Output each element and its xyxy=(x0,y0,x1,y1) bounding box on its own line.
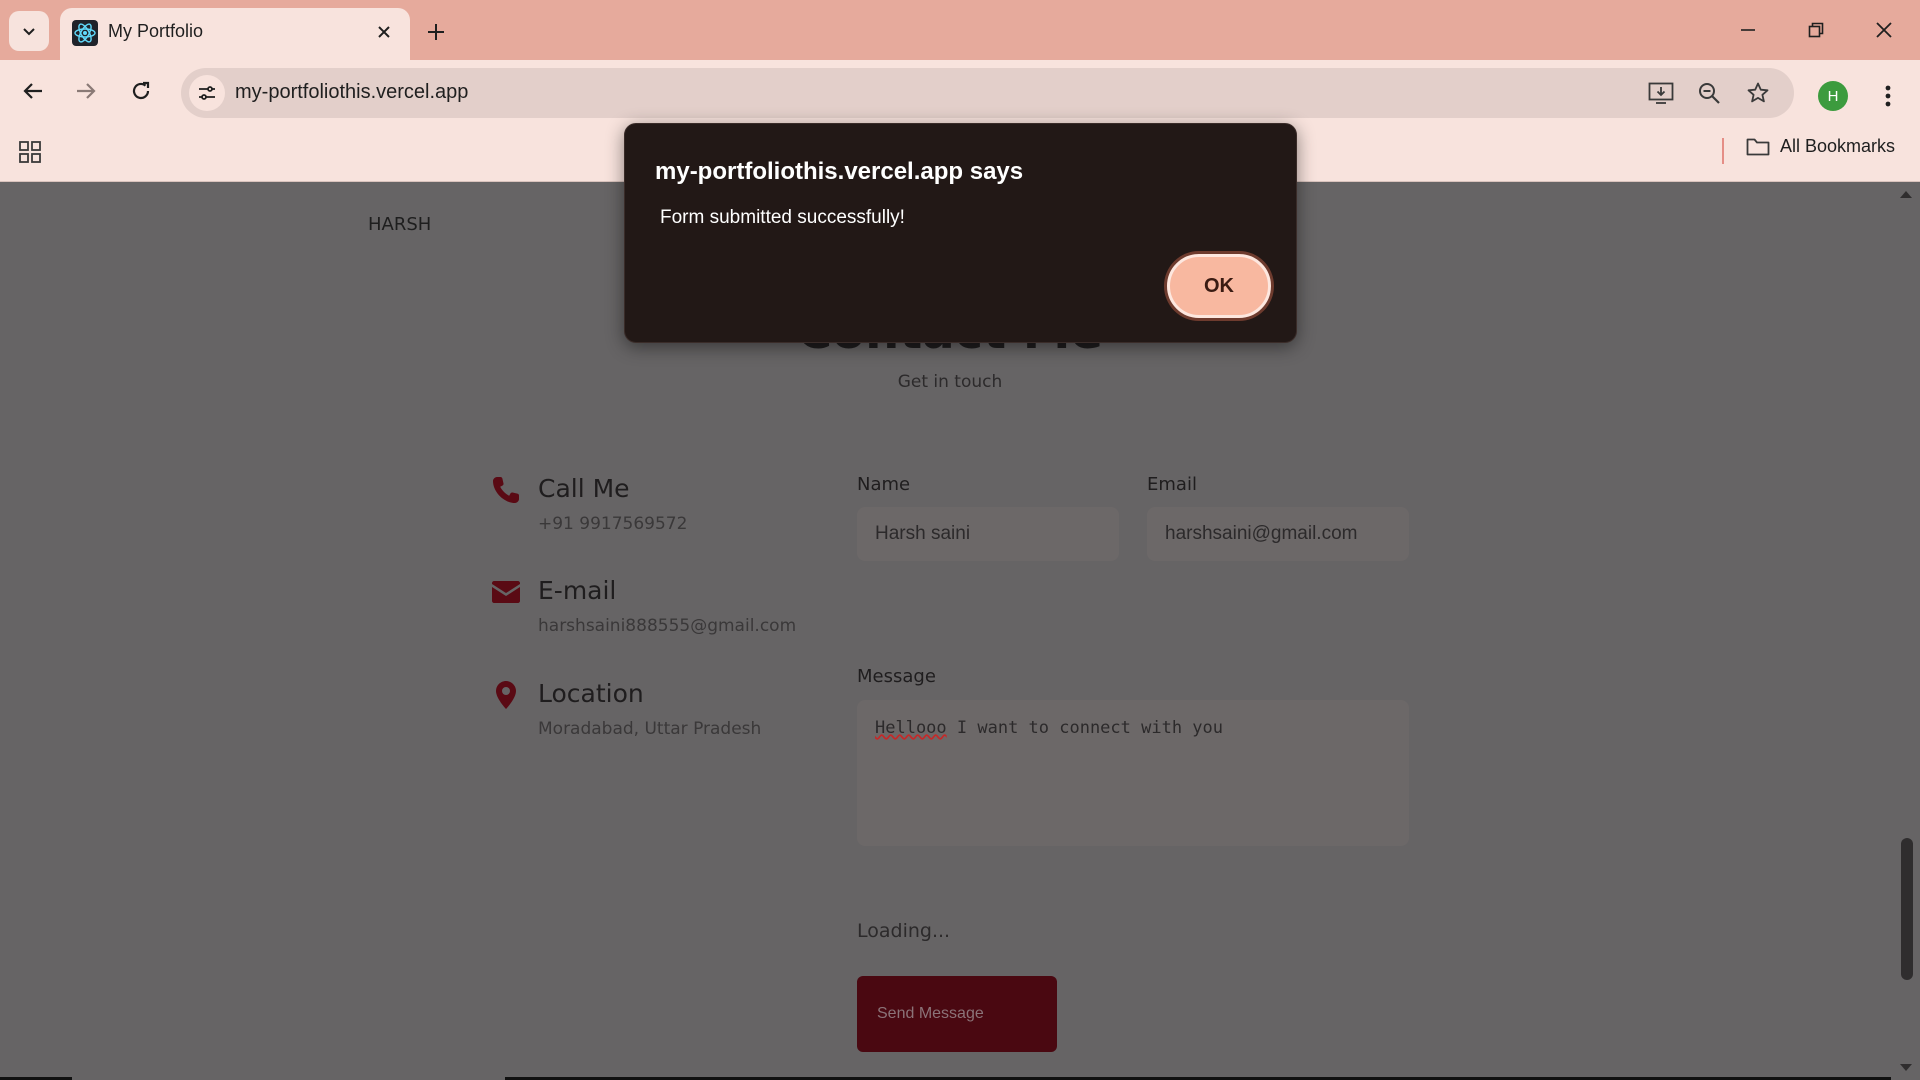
dialog-title: my-portfoliothis.vercel.app says xyxy=(655,158,1024,185)
form-status: Loading... xyxy=(857,920,951,942)
install-icon xyxy=(1648,82,1674,104)
scroll-down-icon[interactable] xyxy=(1898,1062,1914,1074)
minimize-button[interactable] xyxy=(1724,10,1772,50)
browser-menu-button[interactable] xyxy=(1872,78,1904,114)
arrow-left-icon xyxy=(23,83,42,99)
react-logo-icon xyxy=(72,20,98,46)
all-bookmarks-label: All Bookmarks xyxy=(1780,136,1896,156)
close-window-button[interactable] xyxy=(1860,10,1908,50)
profile-avatar[interactable]: H xyxy=(1818,81,1848,111)
message-text: I want to connect with you xyxy=(946,718,1223,738)
arrow-right-icon xyxy=(77,83,96,99)
tune-icon xyxy=(199,86,215,100)
restore-button[interactable] xyxy=(1792,10,1840,50)
site-info-button[interactable] xyxy=(189,75,225,111)
contact-value: +91 9917569572 xyxy=(538,514,688,534)
close-icon xyxy=(378,26,390,38)
map-pin-icon xyxy=(496,681,516,709)
tab-close-button[interactable] xyxy=(370,18,398,46)
plus-icon xyxy=(428,24,444,40)
chevron-down-icon xyxy=(23,28,35,36)
contact-label: Location xyxy=(538,679,644,708)
bookmarks-divider xyxy=(1722,138,1724,164)
contact-value: harshsaini888555@gmail.com xyxy=(538,616,797,636)
tab-active[interactable]: My Portfolio xyxy=(60,8,410,60)
close-icon xyxy=(1876,22,1892,38)
install-app-button[interactable] xyxy=(1646,78,1676,108)
site-brand[interactable]: HARSH xyxy=(368,214,431,235)
scroll-up-icon[interactable] xyxy=(1898,188,1914,200)
restore-icon xyxy=(1808,22,1824,38)
send-message-button[interactable]: Send Message xyxy=(857,976,1057,1052)
back-button[interactable] xyxy=(15,73,51,109)
browser-toolbar: my-portfoliothis.vercel.app xyxy=(0,60,1920,122)
reload-icon xyxy=(132,81,150,100)
name-field[interactable]: Harsh saini xyxy=(857,507,1119,561)
envelope-icon xyxy=(492,581,520,603)
all-bookmarks-button[interactable]: All Bookmarks xyxy=(1746,136,1895,157)
minimize-icon xyxy=(1741,29,1755,31)
tab-search-button[interactable] xyxy=(9,11,49,51)
ok-button[interactable]: OK xyxy=(1167,254,1271,318)
message-label: Message xyxy=(857,666,936,687)
star-icon xyxy=(1747,82,1769,103)
forward-button[interactable] xyxy=(68,73,104,109)
alert-dialog: my-portfoliothis.vercel.app says Form su… xyxy=(624,123,1297,343)
email-field[interactable]: harshsaini@gmail.com xyxy=(1147,507,1409,561)
scrollbar-thumb[interactable] xyxy=(1901,838,1913,980)
url-text: my-portfoliothis.vercel.app xyxy=(235,81,469,103)
zoom-button[interactable] xyxy=(1694,78,1724,108)
email-label: Email xyxy=(1147,474,1197,495)
address-bar[interactable]: my-portfoliothis.vercel.app xyxy=(181,68,1794,118)
apps-button[interactable] xyxy=(14,136,46,168)
bookmark-star-button[interactable] xyxy=(1743,78,1773,108)
new-tab-button[interactable] xyxy=(420,16,452,48)
contact-label: E-mail xyxy=(538,576,617,605)
tab-strip: My Portfolio xyxy=(0,0,1920,60)
contact-value: Moradabad, Uttar Pradesh xyxy=(538,719,762,739)
apps-grid-icon xyxy=(19,141,41,163)
dialog-message: Form submitted successfully! xyxy=(660,207,905,228)
name-label: Name xyxy=(857,474,911,495)
phone-icon xyxy=(493,477,519,503)
folder-icon xyxy=(1746,138,1770,155)
zoom-out-icon xyxy=(1699,83,1720,104)
reload-button[interactable] xyxy=(123,73,159,109)
contact-label: Call Me xyxy=(538,474,630,503)
more-vert-icon xyxy=(1885,85,1891,107)
section-subtitle: Get in touch xyxy=(897,372,1003,392)
tab-title: My Portfolio xyxy=(108,21,204,41)
misspelled-word: Hellooo xyxy=(875,718,947,738)
message-textarea[interactable]: Hellooo I want to connect with you xyxy=(857,700,1409,846)
